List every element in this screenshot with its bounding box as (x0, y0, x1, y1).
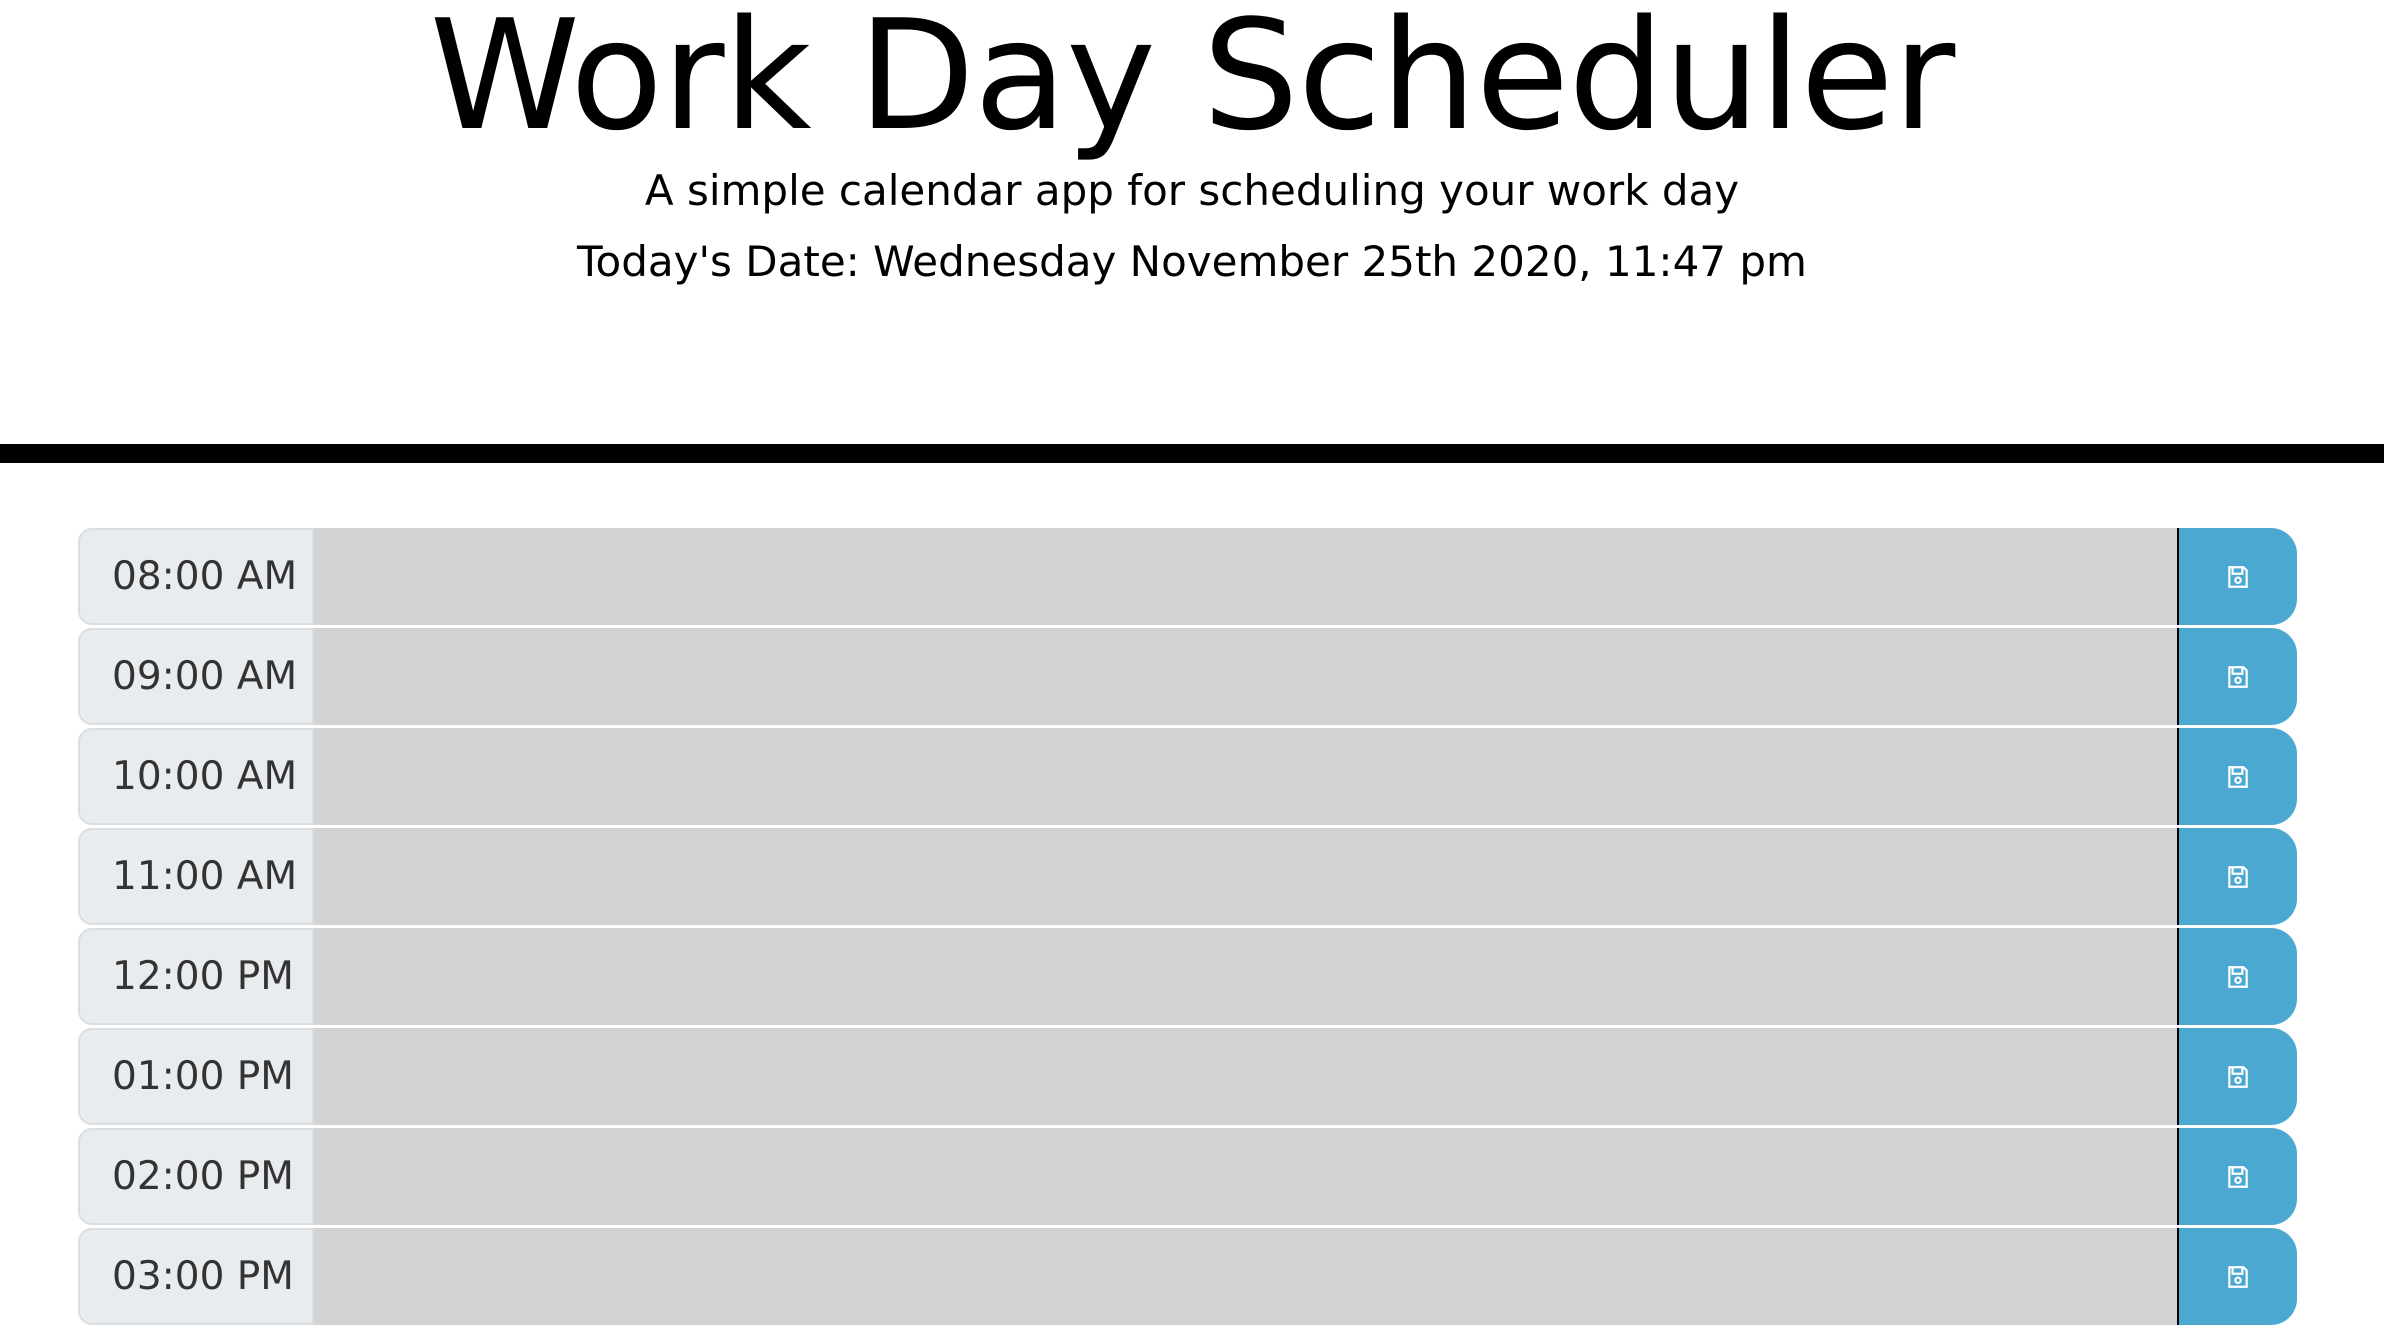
save-icon (2225, 1264, 2251, 1290)
hour-label: 03:00 PM (78, 1228, 314, 1325)
event-description-input[interactable] (314, 528, 2179, 625)
hour-label: 02:00 PM (78, 1128, 314, 1225)
save-icon (2225, 1064, 2251, 1090)
save-button[interactable] (2179, 1128, 2297, 1225)
time-block: 02:00 PM (78, 1128, 2297, 1225)
header: Work Day Scheduler A simple calendar app… (0, 0, 2384, 463)
save-icon (2225, 764, 2251, 790)
save-icon (2225, 564, 2251, 590)
save-button[interactable] (2179, 1228, 2297, 1325)
hour-label: 10:00 AM (78, 728, 314, 825)
save-icon (2225, 664, 2251, 690)
time-block: 08:00 AM (78, 528, 2297, 625)
event-description-input[interactable] (314, 1228, 2179, 1325)
save-icon (2225, 864, 2251, 890)
save-button[interactable] (2179, 928, 2297, 1025)
time-block: 12:00 PM (78, 928, 2297, 1025)
hour-label: 12:00 PM (78, 928, 314, 1025)
current-date: Today's Date: Wednesday November 25th 20… (577, 237, 1807, 286)
save-button[interactable] (2179, 728, 2297, 825)
time-block: 11:00 AM (78, 828, 2297, 925)
schedule-container: 08:00 AM 09:00 AM 10:00 AM 11:00 AM 12:0… (78, 528, 2297, 1328)
event-description-input[interactable] (314, 1028, 2179, 1125)
page-title: Work Day Scheduler (429, 0, 1956, 164)
hour-label: 11:00 AM (78, 828, 314, 925)
time-block: 03:00 PM (78, 1228, 2297, 1325)
time-block: 10:00 AM (78, 728, 2297, 825)
event-description-input[interactable] (314, 628, 2179, 725)
time-block: 09:00 AM (78, 628, 2297, 725)
hour-label: 01:00 PM (78, 1028, 314, 1125)
hour-label: 09:00 AM (78, 628, 314, 725)
header-divider (0, 444, 2384, 463)
page-subtitle: A simple calendar app for scheduling you… (644, 166, 1740, 215)
save-button[interactable] (2179, 628, 2297, 725)
save-button[interactable] (2179, 828, 2297, 925)
event-description-input[interactable] (314, 1128, 2179, 1225)
save-icon (2225, 964, 2251, 990)
save-icon (2225, 1164, 2251, 1190)
hour-label: 08:00 AM (78, 528, 314, 625)
time-block: 01:00 PM (78, 1028, 2297, 1125)
event-description-input[interactable] (314, 928, 2179, 1025)
event-description-input[interactable] (314, 828, 2179, 925)
save-button[interactable] (2179, 1028, 2297, 1125)
save-button[interactable] (2179, 528, 2297, 625)
event-description-input[interactable] (314, 728, 2179, 825)
